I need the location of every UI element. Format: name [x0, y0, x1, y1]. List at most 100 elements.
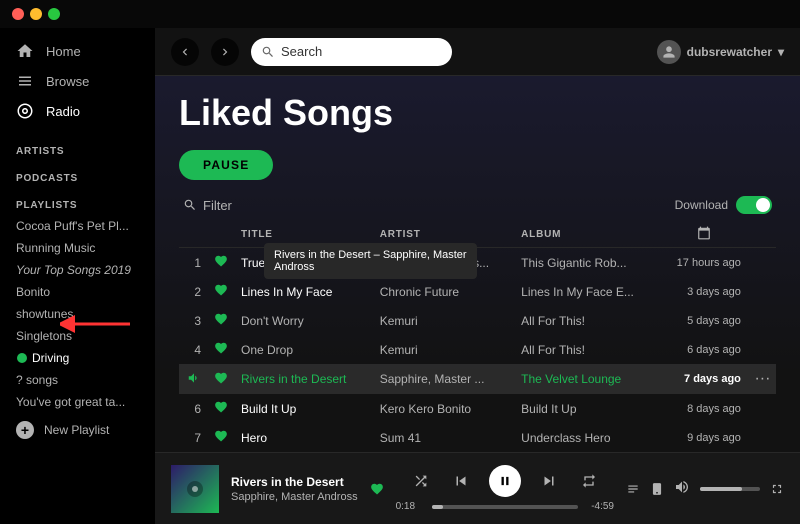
username-label: dubsrewatcher	[687, 45, 772, 59]
sidebar-item-browse[interactable]: Browse	[0, 66, 155, 96]
fullscreen-icon[interactable]	[770, 482, 784, 496]
table-row[interactable]: 3 Don't Worry Kemuri All For This! 5 day…	[179, 306, 776, 335]
track-artist: Kemuri	[372, 335, 513, 364]
right-panel: dubsrewatcher ▾ Liked Songs PAUSE Filter…	[155, 28, 800, 524]
track-heart-cell[interactable]	[209, 364, 233, 394]
traffic-lights	[12, 8, 60, 20]
track-heart-cell[interactable]	[209, 335, 233, 364]
player-heart-icon[interactable]	[370, 482, 384, 496]
track-more[interactable]	[749, 423, 776, 452]
track-title: One Drop	[233, 335, 372, 364]
pause-play-button[interactable]	[489, 465, 521, 497]
tooltip-line1: Rivers in the Desert – Sapphire, Master	[274, 249, 467, 261]
heart-icon	[214, 341, 228, 355]
track-heart-cell[interactable]	[209, 248, 233, 278]
track-num: 4	[179, 335, 209, 364]
close-button[interactable]	[12, 8, 24, 20]
track-num: 3	[179, 306, 209, 335]
user-area[interactable]: dubsrewatcher ▾	[657, 40, 784, 64]
playlist-top2019[interactable]: Your Top Songs 2019	[0, 259, 155, 281]
tooltip-line2: Andross	[274, 261, 467, 273]
track-more[interactable]: ···	[749, 364, 776, 394]
minimize-button[interactable]	[30, 8, 42, 20]
nav-bar: dubsrewatcher ▾	[155, 28, 800, 76]
heart-icon	[214, 283, 228, 297]
new-playlist-label: New Playlist	[44, 423, 109, 437]
radio-icon	[16, 102, 34, 120]
filter-input-area[interactable]: Filter	[183, 198, 232, 213]
track-heart-cell[interactable]	[209, 394, 233, 423]
page-title: Liked Songs	[179, 92, 776, 134]
track-timestamp: 3 days ago	[658, 277, 749, 306]
download-row: Download	[675, 196, 772, 214]
shuffle-button[interactable]	[409, 469, 433, 493]
player-buttons	[409, 465, 601, 497]
track-title: Lines In My Face	[233, 277, 372, 306]
driving-icon	[16, 352, 28, 364]
track-artist: Kemuri	[372, 306, 513, 335]
download-toggle[interactable]	[736, 196, 772, 214]
player-track-name: Rivers in the Desert	[231, 475, 358, 489]
prev-button[interactable]	[449, 469, 473, 493]
track-heart-cell[interactable]	[209, 423, 233, 452]
track-album: This Gigantic Rob...	[513, 248, 658, 278]
download-label: Download	[675, 198, 728, 212]
search-bar[interactable]	[251, 38, 452, 66]
heart-icon	[214, 371, 228, 385]
track-artist: Sapphire, Master ...	[372, 364, 513, 394]
device-icon[interactable]	[650, 482, 664, 496]
track-num: 1	[179, 248, 209, 278]
track-num	[179, 364, 209, 394]
search-input[interactable]	[281, 44, 442, 59]
track-more[interactable]	[749, 248, 776, 278]
back-button[interactable]	[171, 38, 199, 66]
user-avatar	[657, 40, 681, 64]
filter-search-icon	[183, 198, 197, 212]
queue-icon[interactable]	[626, 482, 640, 496]
table-row[interactable]: Rivers in the Desert Sapphire, Master ..…	[179, 364, 776, 394]
search-icon	[261, 45, 275, 59]
table-row[interactable]: 7 Hero Sum 41 Underclass Hero 9 days ago	[179, 423, 776, 452]
track-more[interactable]	[749, 335, 776, 364]
filter-row: Filter Download	[179, 196, 776, 214]
table-row[interactable]: 2 Lines In My Face Chronic Future Lines …	[179, 277, 776, 306]
playlist-running[interactable]: Running Music	[0, 237, 155, 259]
sidebar: Home Browse Radio ARTISTS PODCASTS PLAYL…	[0, 28, 155, 524]
track-more[interactable]	[749, 394, 776, 423]
volume-bar[interactable]	[700, 487, 760, 491]
track-timestamp: 17 hours ago	[658, 248, 749, 278]
track-more[interactable]	[749, 306, 776, 335]
progress-bar[interactable]	[432, 505, 578, 509]
content-area: Liked Songs PAUSE Filter Download	[155, 76, 800, 452]
col-dots-header	[749, 222, 776, 248]
table-row[interactable]: 6 Build It Up Kero Kero Bonito Build It …	[179, 394, 776, 423]
playlist-cocoa[interactable]: Cocoa Puff's Pet Pl...	[0, 215, 155, 237]
pause-button[interactable]: PAUSE	[179, 150, 273, 180]
playlist-greatta[interactable]: You've got great ta...	[0, 391, 155, 413]
track-album: All For This!	[513, 335, 658, 364]
playlist-songs[interactable]: ? songs	[0, 369, 155, 391]
maximize-button[interactable]	[48, 8, 60, 20]
track-artist: Kero Kero Bonito	[372, 394, 513, 423]
playlist-singletons[interactable]: Singletons	[0, 325, 155, 347]
track-heart-cell[interactable]	[209, 277, 233, 306]
playlist-bonito[interactable]: Bonito	[0, 281, 155, 303]
table-row[interactable]: 4 One Drop Kemuri All For This! 6 days a…	[179, 335, 776, 364]
forward-button[interactable]	[211, 38, 239, 66]
track-heart-cell[interactable]	[209, 306, 233, 335]
playlist-driving[interactable]: Driving	[0, 347, 155, 369]
playlist-showtunes[interactable]: showtunes	[0, 303, 155, 325]
volume-fill	[700, 487, 742, 491]
track-album: All For This!	[513, 306, 658, 335]
more-dots-icon[interactable]: ···	[754, 370, 770, 387]
track-more[interactable]	[749, 277, 776, 306]
repeat-button[interactable]	[577, 469, 601, 493]
new-playlist-button[interactable]: + New Playlist	[0, 413, 155, 447]
sidebar-item-radio[interactable]: Radio	[0, 96, 155, 126]
player-track-info: Rivers in the Desert Sapphire, Master An…	[231, 475, 358, 503]
next-button[interactable]	[537, 469, 561, 493]
heart-icon	[214, 254, 228, 268]
sidebar-item-home[interactable]: Home	[0, 36, 155, 66]
content-scroll: Liked Songs PAUSE Filter Download	[155, 76, 800, 452]
track-album: Underclass Hero	[513, 423, 658, 452]
